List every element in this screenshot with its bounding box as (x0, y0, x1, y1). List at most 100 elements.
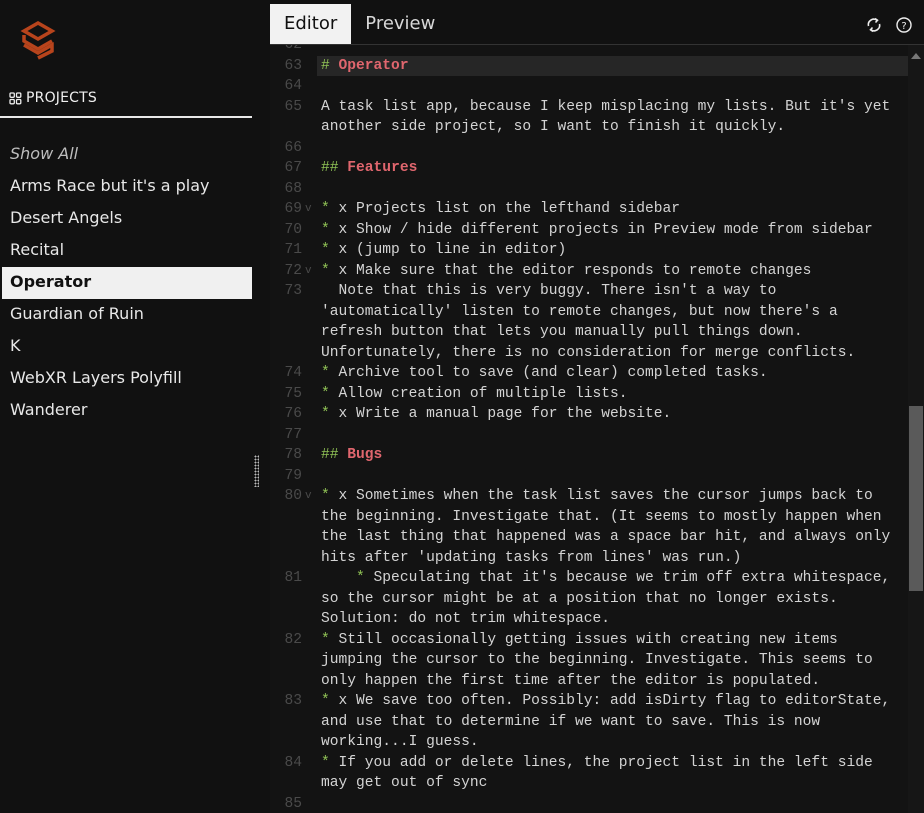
project-item[interactable]: Guardian of Ruin (0, 299, 252, 331)
editor-line[interactable]: and use that to determine if we want to … (270, 712, 908, 733)
editor-line[interactable]: only happen the first time after the edi… (270, 671, 908, 692)
editor-line[interactable]: jumping the cursor to the beginning. Inv… (270, 650, 908, 671)
line-text: * Speculating that it's because we trim … (356, 570, 891, 586)
editor-line[interactable]: 63 # Operator (270, 55, 908, 76)
line-text: * Archive tool to save (and clear) compl… (321, 365, 768, 381)
scrollbar-thumb[interactable] (909, 405, 923, 591)
line-text: * Still occasionally getting issues with… (321, 631, 838, 648)
scroll-up-icon[interactable] (911, 53, 921, 59)
editor-line[interactable]: 72 v * x Make sure that the editor respond… (270, 261, 908, 282)
editor-line[interactable]: 80 v * x Sometimes when the task list save… (270, 486, 908, 507)
editor-line[interactable]: the last thing that happened was a space… (270, 527, 908, 548)
editor-line[interactable]: so the cursor might be at a position tha… (270, 589, 908, 610)
editor-line[interactable]: 67 ## Features (270, 158, 908, 179)
editor-line[interactable]: 85 (270, 794, 908, 813)
line-number: 62 (284, 45, 302, 53)
editor-line[interactable]: working...I guess. (270, 732, 908, 753)
line-number: 72 (284, 262, 302, 279)
line-text: * x (jump to line in editor) (321, 242, 567, 258)
editor-line[interactable]: 81 * Speculating that it's because we tr… (270, 568, 908, 589)
project-item[interactable]: WebXR Layers Polyfill (0, 363, 252, 395)
bullet-marker: * (321, 365, 339, 381)
project-item[interactable]: K (0, 331, 252, 363)
project-item[interactable]: Recital (0, 235, 252, 267)
line-number: 73 (284, 283, 302, 299)
project-item[interactable]: Arms Race but it's a play (0, 171, 252, 203)
projects-heading-label: PROJECTS (26, 90, 97, 106)
line-text: A task list app, because I keep misplaci… (321, 98, 891, 115)
editor-line[interactable]: 77 (270, 425, 908, 446)
fold-toggle-icon[interactable]: v (305, 199, 312, 220)
editor-line[interactable]: 65 A task list app, because I keep mispla… (270, 97, 908, 118)
editor-line[interactable]: 74 * Archive tool to save (and clear) com… (270, 363, 908, 384)
line-text: ## Features (317, 158, 908, 179)
bullet-marker: * (321, 631, 339, 648)
line-text: may get out of sync (321, 775, 488, 791)
refresh-icon[interactable] (865, 16, 883, 34)
line-number: 84 (284, 754, 302, 771)
fold-toggle-icon[interactable]: v (305, 261, 312, 282)
bullet-marker: * (321, 693, 339, 709)
editor-line[interactable]: Unfortunately, there is no consideration… (270, 343, 908, 364)
line-number: 70 (284, 221, 302, 238)
editor-line[interactable]: 82 * Still occasionally getting issues wi… (270, 630, 908, 651)
line-text: ## Bugs (317, 445, 908, 466)
line-number: 74 (284, 365, 302, 381)
line-text: the last thing that happened was a space… (321, 529, 891, 545)
line-text: another side project, so I want to finis… (321, 119, 786, 135)
project-item[interactable]: Wanderer (0, 395, 252, 427)
line-text: jumping the cursor to the beginning. Inv… (321, 652, 873, 668)
sidebar: PROJECTS Show All Arms Race but it's a pl… (0, 0, 252, 813)
editor-line[interactable]: 78 ## Bugs (270, 445, 908, 466)
editor-line[interactable]: may get out of sync (270, 773, 908, 794)
editor-line[interactable]: 69 v * x Projects list on the lefthand sid… (270, 199, 908, 220)
heading-marker: ## (321, 447, 348, 463)
heading-marker: # (321, 57, 339, 74)
line-number: 68 (284, 180, 302, 197)
fold-toggle-icon[interactable]: v (305, 486, 312, 507)
editor-line[interactable]: 64 (270, 76, 908, 97)
editor-line[interactable]: 84 * If you add or delete lines, the proj… (270, 753, 908, 774)
editor-line[interactable]: 79 (270, 466, 908, 487)
line-text: Note that this is very buggy. There isn'… (321, 283, 777, 299)
line-number: 79 (284, 467, 302, 484)
editor-line[interactable]: 62 (270, 45, 908, 56)
sidebar-resize-handle[interactable] (254, 455, 259, 487)
bullet-marker: * (321, 754, 339, 771)
project-item[interactable]: Show All (0, 139, 252, 171)
line-text: * If you add or delete lines, the projec… (321, 754, 873, 771)
editor-line[interactable]: 68 (270, 179, 908, 200)
editor-line[interactable]: Solution: do not trim whitespace. (270, 609, 908, 630)
editor-line[interactable]: 76 * x Write a manual page for the websit… (270, 404, 908, 425)
line-number: 76 (284, 406, 302, 422)
editor-line[interactable]: 75 * Allow creation of multiple lists. (270, 384, 908, 405)
editor-line[interactable]: 83 * x We save too often. Possibly: add i… (270, 691, 908, 712)
project-item[interactable]: Operator (2, 267, 252, 299)
svg-text:?: ? (901, 21, 906, 32)
line-number: 65 (284, 98, 302, 115)
line-number: 77 (284, 426, 302, 443)
editor-line[interactable]: 66 (270, 138, 908, 159)
line-text: * x Projects list on the lefthand sideba… (321, 201, 681, 217)
tab-editor[interactable]: Editor (270, 4, 352, 44)
line-text: * x Make sure that the editor responds t… (321, 262, 812, 279)
editor-line[interactable]: 73 Note that this is very buggy. There i… (270, 281, 908, 302)
project-item[interactable]: Desert Angels (0, 203, 252, 235)
tab-preview[interactable]: Preview (351, 4, 449, 44)
editor-scrollbar[interactable] (908, 45, 924, 813)
editor-line[interactable]: 70 * x Show / hide different projects in … (270, 220, 908, 241)
editor-line[interactable]: another side project, so I want to finis… (270, 117, 908, 138)
code-editor[interactable]: 62 63 # Operator 64 65 A task list app, becau… (270, 45, 908, 813)
editor-line[interactable]: 71 * x (jump to line in editor) (270, 240, 908, 261)
app-logo-icon (20, 20, 56, 60)
editor-line[interactable]: refresh button that lets you manually pu… (270, 322, 908, 343)
editor-line[interactable]: the beginning. Investigate that. (It see… (270, 507, 908, 528)
editor-line[interactable]: hits after 'updating tasks from lines' w… (270, 548, 908, 569)
editor-line[interactable]: 'automatically' listen to remote changes… (270, 302, 908, 323)
help-icon[interactable]: ? (895, 16, 913, 34)
line-number: 66 (284, 139, 302, 156)
grid-icon (9, 91, 22, 104)
line-text: # Operator (317, 55, 908, 76)
line-number: 81 (284, 570, 302, 586)
line-text: * x Show / hide different projects in Pr… (321, 221, 873, 238)
